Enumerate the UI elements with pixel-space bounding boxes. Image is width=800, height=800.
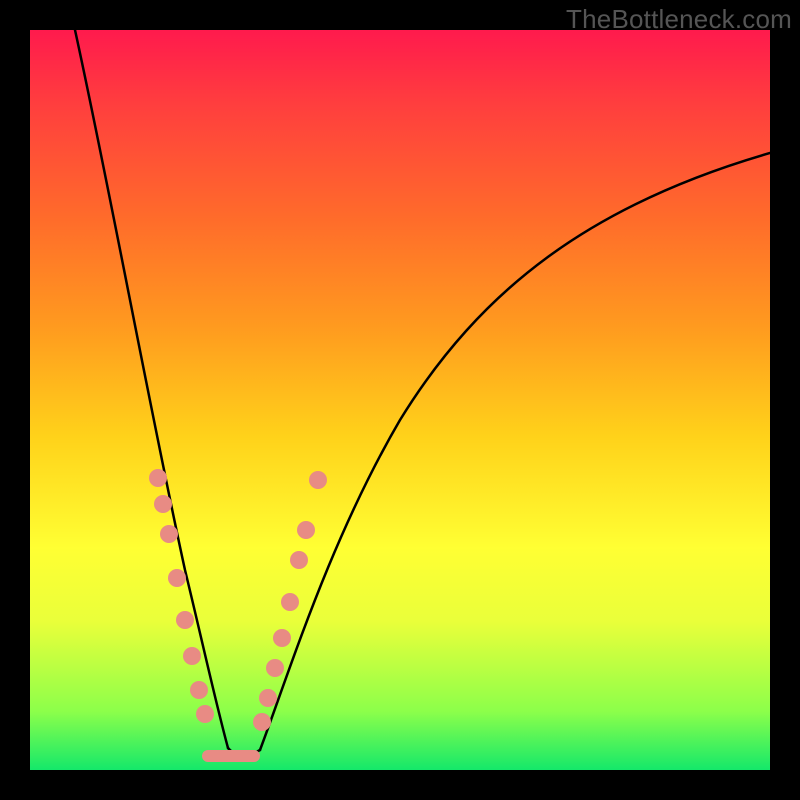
- chart-plot-area: [30, 30, 770, 770]
- curve-right-branch: [260, 153, 770, 750]
- bottleneck-curve: [30, 30, 770, 770]
- curve-left-branch: [75, 30, 228, 748]
- left-marker-cluster: [149, 469, 214, 723]
